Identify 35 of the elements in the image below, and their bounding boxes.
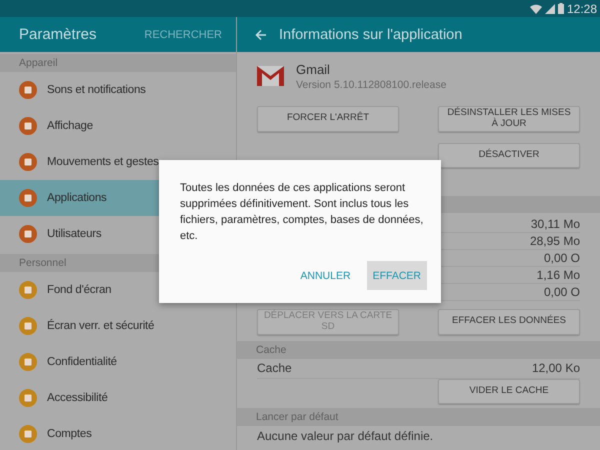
settings-item[interactable]: Fond d'écran (0, 272, 236, 308)
settings-item[interactable]: Mouvements et gestes (0, 144, 236, 180)
settings-title: Paramètres (19, 26, 97, 43)
settings-item[interactable]: Accessibilité (0, 380, 236, 416)
action-button[interactable]: FORCER L'ARRÊT (257, 106, 399, 132)
back-arrow-icon[interactable] (255, 28, 267, 40)
action-button[interactable]: EFFACER LES DONNÉES (438, 308, 580, 335)
storage-value: 28,95 Mo (530, 234, 580, 248)
settings-item[interactable]: Comptes (0, 416, 236, 450)
action-button[interactable]: DÉSACTIVER (438, 142, 580, 168)
section-header: Cache (237, 340, 600, 359)
settings-item[interactable]: Sons et notifications (0, 72, 236, 108)
storage-value: 30,11 Mo (530, 216, 580, 231)
settings-item[interactable]: Affichage (0, 108, 236, 144)
page-title: Informations sur l'application (279, 26, 462, 42)
battery-icon (558, 3, 564, 14)
clear-cache-button[interactable]: VIDER LE CACHE (438, 378, 580, 404)
app-name: Gmail (296, 62, 331, 76)
action-button[interactable]: DÉSINSTALLER LES MISES À JOUR (438, 106, 580, 132)
storage-value: 1,16 Mo (536, 268, 580, 282)
cache-value: 12,00 Ko (532, 361, 580, 376)
section-header: Lancer par défaut (237, 408, 600, 426)
clock-time: 12:28 (566, 2, 597, 16)
signal-icon (544, 4, 555, 14)
settings-item[interactable]: Écran verr. et sécurité (0, 308, 236, 344)
defaults-text: Aucune valeur par défaut définie. (256, 428, 434, 443)
settings-item[interactable]: Confidentialité (0, 344, 236, 380)
cache-label: Cache (257, 361, 292, 376)
dialog-button[interactable]: ANNULER (294, 261, 357, 290)
wifi-icon (530, 4, 542, 14)
storage-value: 0,00 O (544, 250, 580, 265)
storage-value: 0,00 O (544, 284, 580, 299)
app-version: Version 5.10.112808100.release (296, 78, 446, 90)
mail-app-icon (257, 66, 284, 86)
section-header: Appareil (0, 54, 236, 72)
